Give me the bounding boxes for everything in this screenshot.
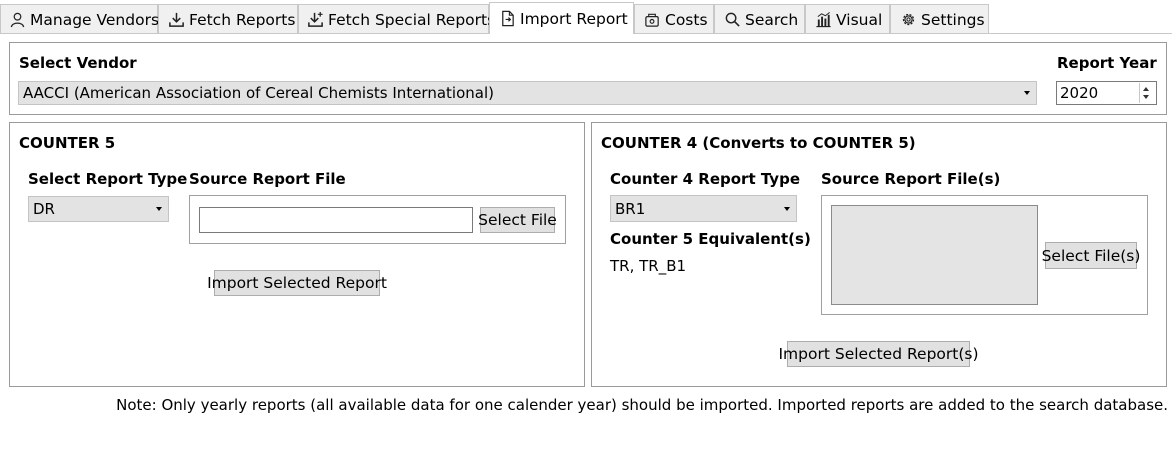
report-year-label: Report Year [1057,54,1157,72]
search-icon [723,11,741,29]
tab-label: Costs [665,10,708,29]
counter5-report-type-value: DR [33,200,55,218]
report-year-spinbox[interactable]: 2020 [1056,81,1157,105]
tab-bar: Manage Vendors Fetch Reports Fetch Speci… [0,0,1172,34]
tab-label: Search [745,10,799,29]
gear-icon [899,11,917,29]
tab-costs[interactable]: Costs [634,4,714,34]
costs-icon [643,11,661,29]
tab-settings[interactable]: Settings [890,4,989,34]
tab-label: Fetch Special Reports [328,10,496,29]
download-plus-icon [307,11,324,29]
counter5-equivalent-label: Counter 5 Equivalent(s) [610,230,811,248]
counter5-title: COUNTER 5 [19,134,116,152]
vendor-select[interactable]: AACCI (American Association of Cereal Ch… [18,81,1037,105]
counter5-report-type-label: Select Report Type [28,170,188,188]
chevron-down-icon [784,206,790,211]
tab-manage-vendors[interactable]: Manage Vendors [0,4,160,34]
counter5-panel [9,122,585,387]
counter5-equivalent-value: TR, TR_B1 [610,257,687,275]
tab-fetch-reports[interactable]: Fetch Reports [158,4,298,34]
select-files-button[interactable]: Select File(s) [1042,242,1140,269]
vendor-selected-value: AACCI (American Association of Cereal Ch… [23,84,494,102]
tab-fetch-special-reports[interactable]: Fetch Special Reports [298,4,495,34]
tab-label: Manage Vendors [30,10,160,29]
import-note: Note: Only yearly reports (all available… [116,396,1168,414]
tab-label: Visual [836,10,883,29]
chart-icon [814,11,832,29]
download-icon [167,11,185,29]
tab-import-report[interactable]: Import Report [489,2,634,34]
spin-buttons[interactable] [1139,83,1155,103]
document-import-icon [498,10,516,28]
user-icon [9,11,26,29]
select-file-button[interactable]: Select File [478,207,557,233]
import-selected-reports-button[interactable]: Import Selected Report(s) [778,341,979,367]
counter5-source-file-input[interactable] [199,207,473,233]
chevron-down-icon [1024,91,1030,95]
counter4-title: COUNTER 4 (Converts to COUNTER 5) [601,134,916,152]
counter5-source-label: Source Report File [189,170,346,188]
tab-label: Import Report [520,9,628,28]
import-selected-report-button[interactable]: Import Selected Report [207,270,387,296]
tab-label: Fetch Reports [189,10,296,29]
vendor-label: Select Vendor [19,54,137,72]
spin-down-icon[interactable] [1143,95,1149,99]
report-year-value: 2020 [1060,84,1099,102]
spin-up-icon[interactable] [1143,87,1149,91]
counter4-source-label: Source Report File(s) [821,170,1001,188]
tab-search[interactable]: Search [714,4,805,34]
counter5-report-type-select[interactable]: DR [28,196,169,222]
counter4-report-type-value: BR1 [615,199,646,218]
counter4-source-files-list[interactable] [831,205,1038,305]
tab-visual[interactable]: Visual [805,4,890,34]
counter4-report-type-label: Counter 4 Report Type [610,170,800,188]
chevron-down-icon [156,207,162,211]
counter4-report-type-select[interactable]: BR1 [610,195,797,222]
tab-label: Settings [921,10,985,29]
